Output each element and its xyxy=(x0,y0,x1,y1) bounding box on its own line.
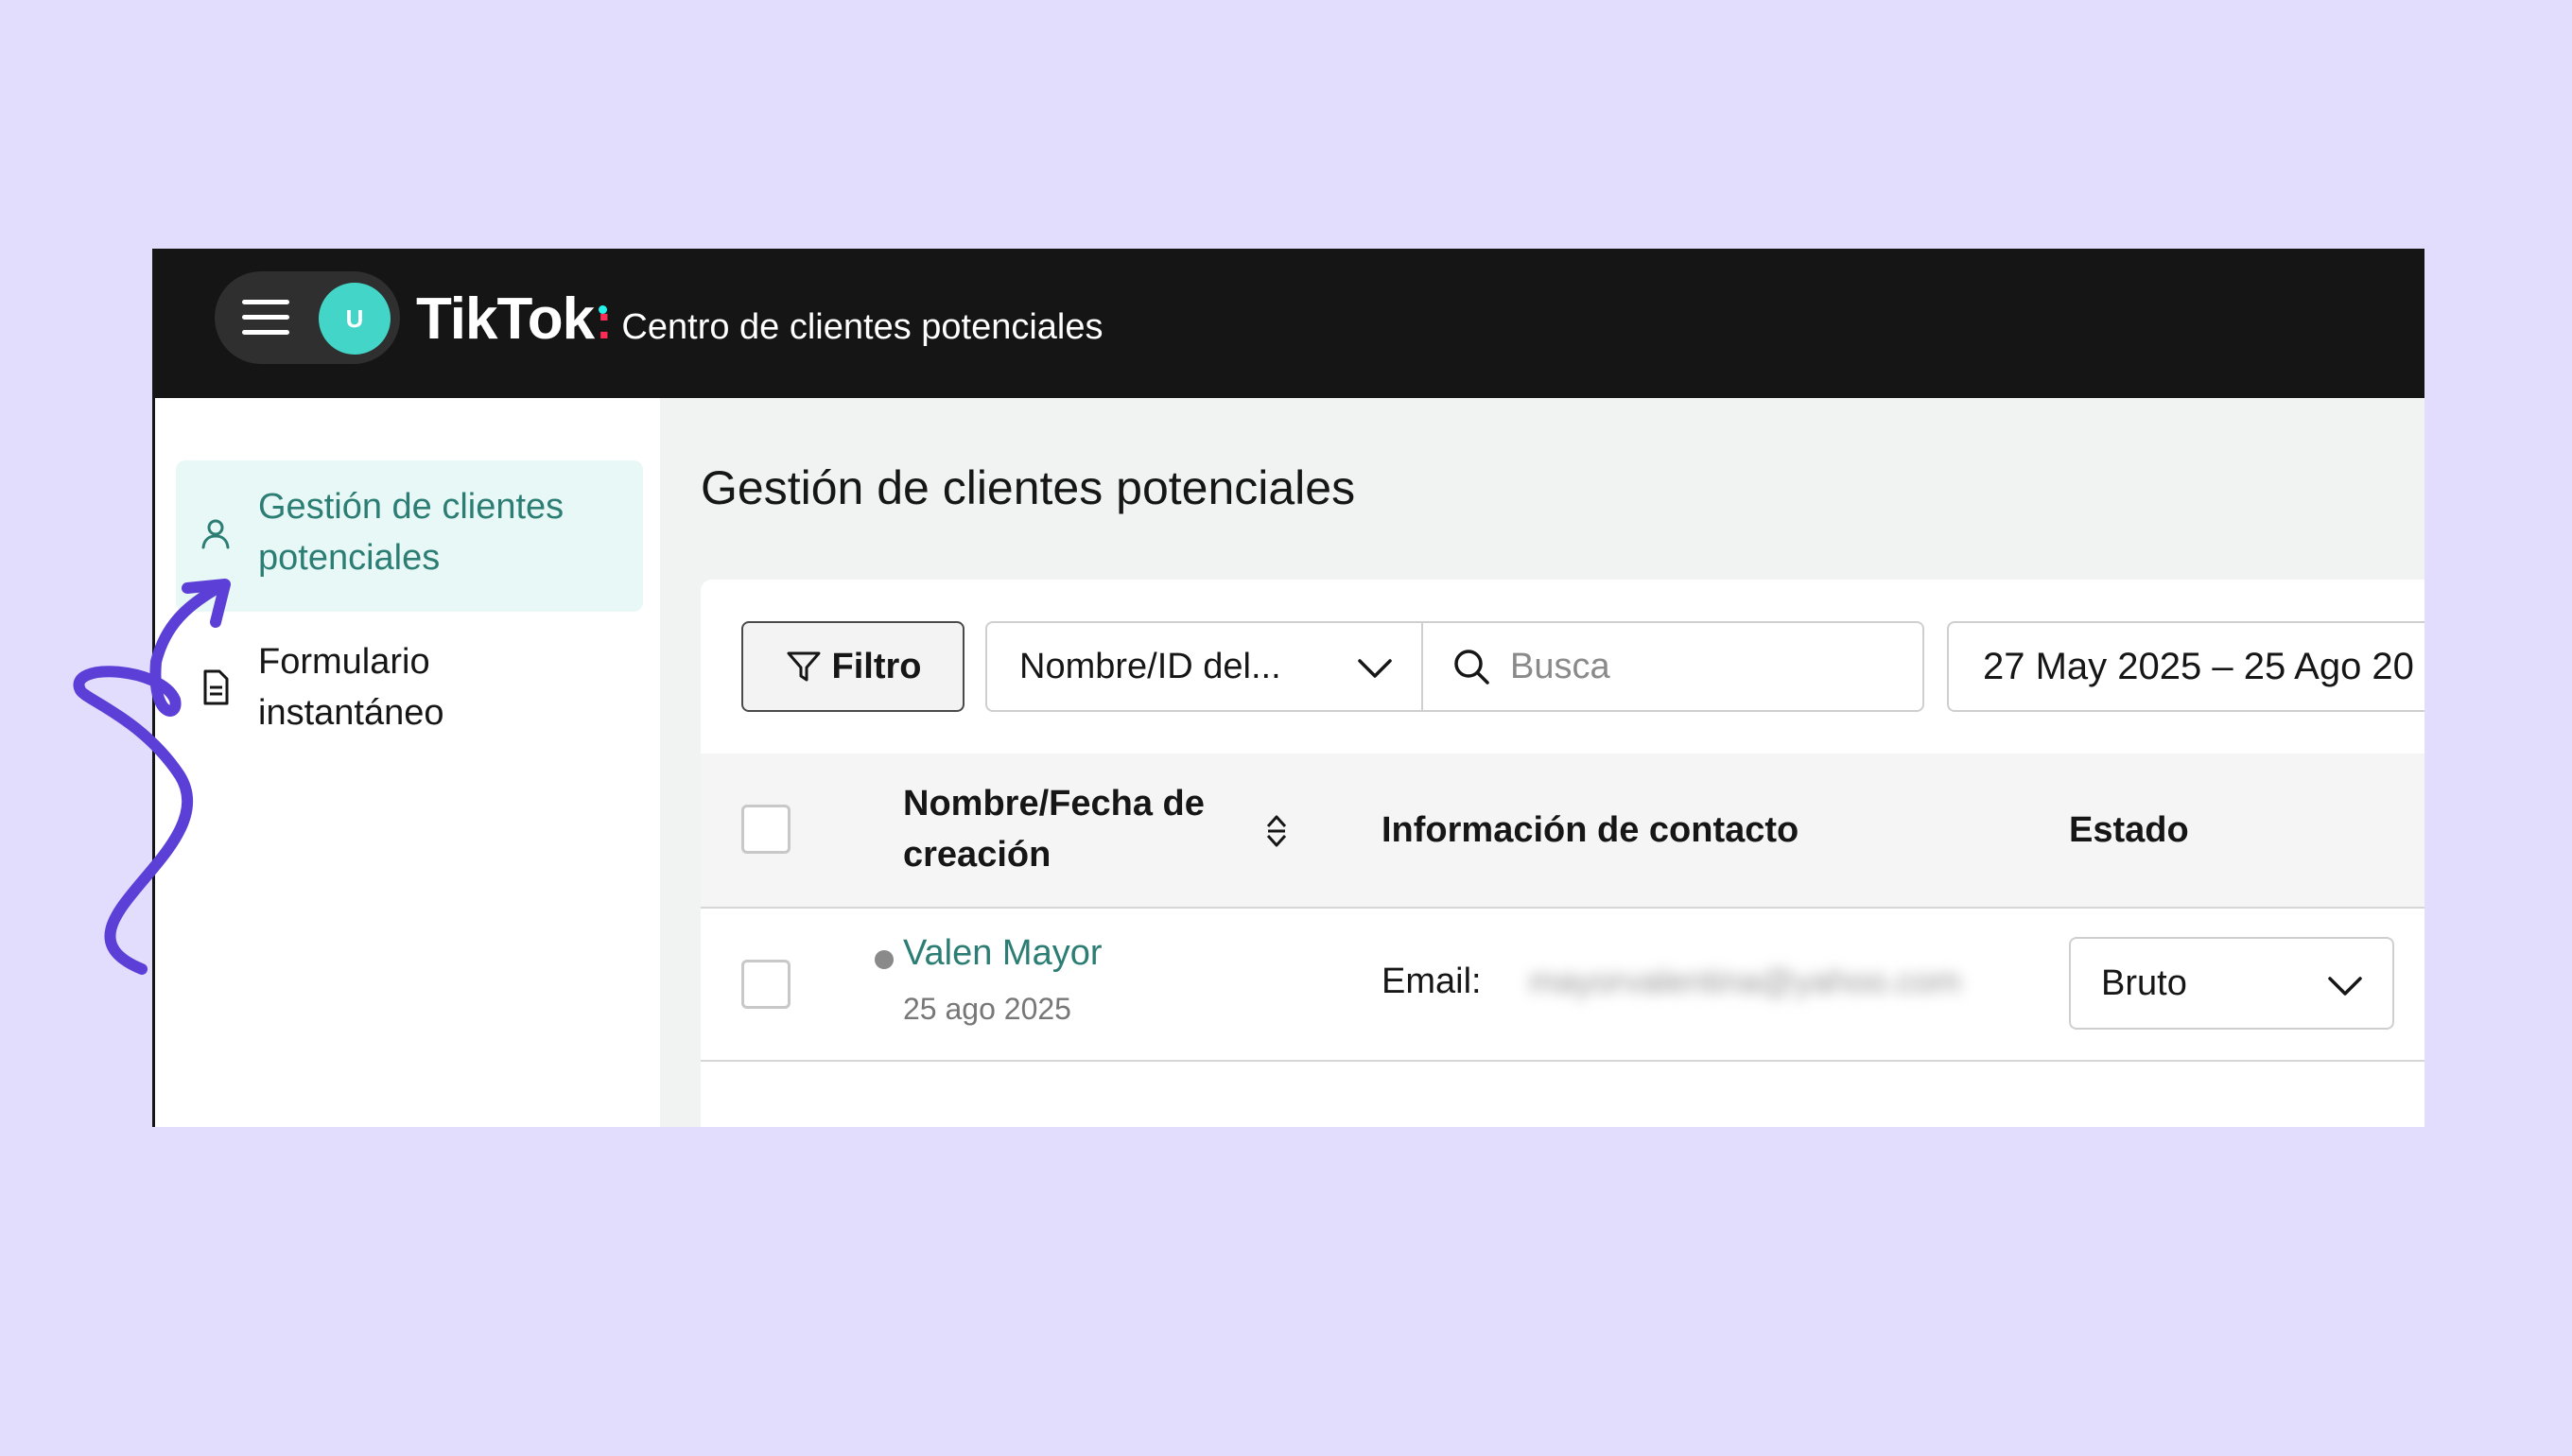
search-icon xyxy=(1454,650,1489,685)
column-header-contact: Información de contacto xyxy=(1382,810,1799,850)
search-field-select[interactable]: Nombre/ID del... xyxy=(985,621,1422,712)
status-value: Bruto xyxy=(2101,962,2187,1003)
lead-created-date: 25 ago 2025 xyxy=(903,992,1071,1026)
search-input[interactable]: Busca xyxy=(1421,621,1924,712)
select-value: Nombre/ID del... xyxy=(1019,646,1281,686)
status-dropdown[interactable]: Bruto xyxy=(2069,937,2394,1030)
sidebar-item-label: Formulario instantáneo xyxy=(258,642,444,733)
table-header: Nombre/Fecha de creación Información de … xyxy=(701,754,2424,909)
chevron-down-icon xyxy=(2328,977,2362,996)
sidebar-item-label: Gestión de clientes potenciales xyxy=(258,487,565,578)
brand-logo: TikTok : Centro de clientes potenciales xyxy=(416,286,1104,354)
email-label: Email: xyxy=(1382,962,1482,1001)
app-window: U TikTok : Centro de clientes potenciale… xyxy=(152,249,2424,1127)
main-content: Gestión de clientes potenciales Filtro N… xyxy=(660,398,2424,1127)
leads-card: Filtro Nombre/ID del... Busca 27 May 202… xyxy=(701,580,2424,1127)
column-header-status: Estado xyxy=(2069,810,2189,850)
account-menu-button[interactable]: U xyxy=(215,271,400,364)
app-subtitle: Centro de clientes potenciales xyxy=(621,307,1104,347)
row-checkbox[interactable] xyxy=(741,960,791,1009)
column-header-name-date[interactable]: Nombre/Fecha de creación xyxy=(903,778,1243,880)
sort-icon[interactable] xyxy=(1264,812,1289,850)
top-bar: U TikTok : Centro de clientes potenciale… xyxy=(152,249,2424,398)
status-dot xyxy=(875,950,894,969)
document-icon xyxy=(203,669,229,705)
user-icon xyxy=(201,519,230,549)
filter-button[interactable]: Filtro xyxy=(741,621,964,712)
search-placeholder: Busca xyxy=(1510,646,1610,686)
date-range-value: 27 May 2025 – 25 Ago 20 xyxy=(1983,645,2414,687)
table-row[interactable]: Valen Mayor 25 ago 2025 Email: mayorvale… xyxy=(701,909,2424,1062)
filter-icon xyxy=(787,651,820,682)
filter-label: Filtro xyxy=(831,646,922,686)
brand-colon: : xyxy=(596,295,613,350)
page-title: Gestión de clientes potenciales xyxy=(701,461,1356,514)
lead-name-link[interactable]: Valen Mayor xyxy=(903,933,1103,974)
sidebar-item-lead-management[interactable]: Gestión de clientes potenciales xyxy=(176,460,643,612)
date-range-picker[interactable]: 27 May 2025 – 25 Ago 20 xyxy=(1947,621,2424,712)
chevron-down-icon xyxy=(1358,659,1392,678)
hamburger-menu-icon[interactable] xyxy=(242,298,289,338)
avatar[interactable]: U xyxy=(319,283,391,355)
tiktok-wordmark: TikTok xyxy=(416,286,595,352)
sidebar: Gestión de clientes potenciales Formular… xyxy=(152,398,660,1127)
select-all-checkbox[interactable] xyxy=(741,805,791,854)
email-value-blurred: mayorvalentina@yahoo.com xyxy=(1529,962,1961,1000)
sidebar-item-instant-form[interactable]: Formulario instantáneo xyxy=(176,621,643,772)
